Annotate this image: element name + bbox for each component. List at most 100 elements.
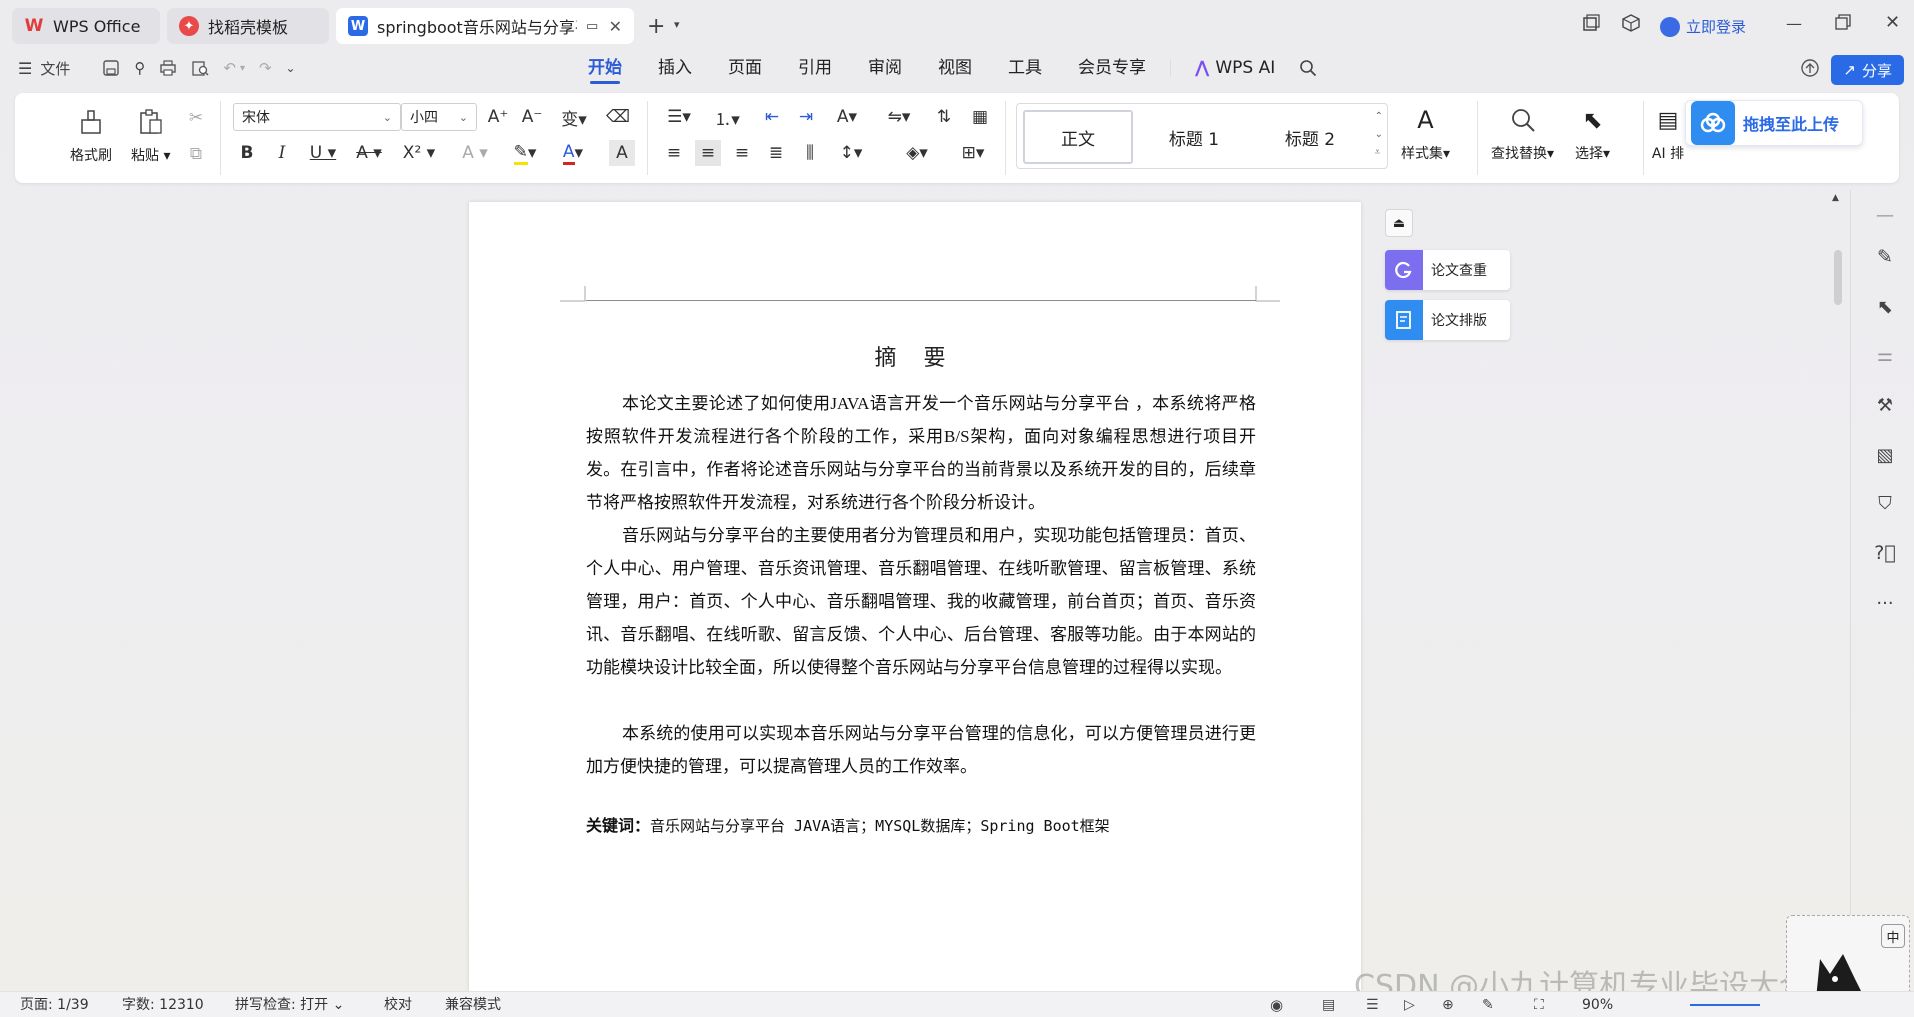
- spell-check-status[interactable]: 拼写检查: 打开 ⌄: [235, 992, 344, 1017]
- print-icon[interactable]: [159, 59, 177, 77]
- align-left-icon[interactable]: ≡: [661, 140, 687, 166]
- font-size-select[interactable]: 小四 ⌄: [401, 103, 477, 131]
- search-icon[interactable]: [1299, 59, 1317, 77]
- sliders-icon[interactable]: ⚌: [1868, 340, 1902, 370]
- paper-format-button[interactable]: 论文排版: [1385, 300, 1510, 340]
- ai-layout-button[interactable]: ▤ AI 排: [1651, 103, 1685, 163]
- tools-icon[interactable]: ⚒: [1868, 390, 1902, 420]
- bullets-icon[interactable]: ☰▾: [661, 104, 697, 130]
- tab-member[interactable]: 会员专享: [1060, 52, 1164, 84]
- style-heading-2[interactable]: 标题 2: [1255, 110, 1365, 164]
- close-window-icon[interactable]: ✕: [1885, 12, 1900, 33]
- scroll-up-icon[interactable]: ▲: [1832, 193, 1839, 203]
- file-menu[interactable]: 文件: [40, 58, 70, 79]
- help-icon[interactable]: ?⃝: [1868, 538, 1902, 568]
- distributed-icon[interactable]: ⫼: [797, 140, 823, 166]
- table-border-icon[interactable]: ▦: [967, 104, 993, 130]
- tab-references[interactable]: 引用: [780, 52, 850, 84]
- close-icon[interactable]: ✕: [609, 17, 622, 36]
- format-painter-button[interactable]: 格式刷: [70, 105, 112, 165]
- save-icon[interactable]: [102, 59, 120, 77]
- cursor-arrow-icon[interactable]: ⬉: [1868, 292, 1902, 322]
- styles-set-button[interactable]: A 样式集▾: [1401, 103, 1450, 163]
- chevron-down-icon[interactable]: ▾: [240, 63, 245, 74]
- eye-icon[interactable]: ◉: [1270, 992, 1283, 1017]
- vertical-scrollbar-thumb[interactable]: [1834, 250, 1842, 305]
- eraser-icon[interactable]: ⌫: [605, 104, 631, 130]
- align-right-icon[interactable]: ≡: [729, 140, 755, 166]
- font-name-select[interactable]: 宋体 ⌄: [233, 103, 401, 131]
- pen-icon[interactable]: ✎: [1482, 992, 1494, 1017]
- shrink-font-icon[interactable]: A⁻: [519, 104, 545, 130]
- tab-document[interactable]: W springboot音乐网站与分享平 ▭ ✕: [336, 8, 634, 44]
- tab-page[interactable]: 页面: [710, 52, 780, 84]
- cube-icon[interactable]: [1622, 14, 1640, 32]
- phonetic-guide-icon[interactable]: 变▾: [555, 104, 593, 130]
- justify-icon[interactable]: ≣: [763, 140, 789, 166]
- collapse-panel-button[interactable]: ⏏: [1385, 209, 1413, 237]
- window-layout-icon[interactable]: [1582, 14, 1600, 32]
- outline-view-icon[interactable]: ☰: [1366, 992, 1379, 1017]
- pen-icon[interactable]: ✎: [1868, 242, 1902, 272]
- redo-icon[interactable]: ↷: [259, 59, 272, 77]
- char-shading-icon[interactable]: A: [609, 140, 635, 166]
- zoom-level[interactable]: 90%: [1582, 992, 1613, 1017]
- undo-icon[interactable]: ↶: [223, 59, 236, 77]
- document-page[interactable]: 摘 要 本论文主要论述了如何使用JAVA语言开发一个音乐网站与分享平台 ，本系统…: [469, 202, 1361, 992]
- page-counter[interactable]: 页面: 1/39: [20, 992, 89, 1017]
- shirt-icon[interactable]: ⛉: [1868, 488, 1902, 518]
- highlight-icon[interactable]: ✎ ▾: [507, 140, 543, 166]
- paste-button[interactable]: 粘贴 ▾: [131, 105, 170, 165]
- find-replace-button[interactable]: 查找替换▾: [1491, 103, 1554, 163]
- upload-drop-zone[interactable]: 拖拽至此上传: [1685, 100, 1863, 146]
- select-button[interactable]: ⬉ 选择▾: [1575, 103, 1610, 163]
- play-icon[interactable]: ▷: [1404, 992, 1415, 1017]
- page-view-icon[interactable]: ▤: [1322, 992, 1335, 1017]
- styles-scroll-icon[interactable]: ⌃ ⌄ ⩡: [1375, 108, 1383, 162]
- share-button[interactable]: ↗ 分享: [1831, 55, 1904, 85]
- hamburger-icon[interactable]: ☰: [18, 59, 32, 78]
- new-tab-plus-icon[interactable]: +: [647, 14, 665, 39]
- restore-icon[interactable]: [1835, 14, 1851, 30]
- tab-insert[interactable]: 插入: [640, 52, 710, 84]
- strikethrough-icon[interactable]: A ▾: [351, 140, 387, 166]
- web-view-icon[interactable]: ⊕: [1442, 992, 1454, 1017]
- image-icon[interactable]: ▧: [1868, 440, 1902, 470]
- rail-collapse-icon[interactable]: —: [1868, 200, 1902, 230]
- text-direction-icon[interactable]: ⇋▾: [881, 104, 917, 130]
- underline-icon[interactable]: U ▾: [305, 140, 341, 166]
- paper-check-button[interactable]: 论文查重: [1385, 250, 1510, 290]
- numbering-icon[interactable]: ⒈▾: [709, 104, 745, 130]
- login-button[interactable]: 立即登录: [1660, 16, 1746, 37]
- bold-icon[interactable]: B: [234, 140, 260, 166]
- zoom-slider[interactable]: [1690, 1004, 1760, 1006]
- superscript-icon[interactable]: X² ▾: [401, 140, 437, 166]
- tab-wps-ai[interactable]: ⋀ WPS AI: [1177, 52, 1293, 84]
- paragraph-shading-icon[interactable]: ◈▾: [899, 140, 935, 166]
- increase-indent-icon[interactable]: ⇥: [793, 104, 819, 130]
- cut-icon[interactable]: ✂: [183, 105, 209, 131]
- ime-chinese-indicator[interactable]: 中: [1881, 924, 1905, 948]
- align-center-icon[interactable]: ≡: [695, 140, 721, 166]
- format-brush-icon[interactable]: ⚲: [134, 59, 145, 77]
- grow-font-icon[interactable]: A⁺: [485, 104, 511, 130]
- sort-icon[interactable]: ⇅: [931, 104, 957, 130]
- font-color-icon[interactable]: A ▾: [555, 140, 591, 166]
- cloud-sync-icon[interactable]: [1800, 58, 1820, 78]
- chevron-down-icon[interactable]: ⌄: [286, 61, 296, 75]
- more-icon[interactable]: ···: [1868, 588, 1902, 618]
- tab-tools[interactable]: 工具: [990, 52, 1060, 84]
- decrease-indent-icon[interactable]: ⇤: [759, 104, 785, 130]
- italic-icon[interactable]: I: [269, 140, 295, 166]
- word-count[interactable]: 字数: 12310: [122, 992, 204, 1017]
- tab-wps-office[interactable]: W WPS Office: [12, 8, 160, 44]
- tab-view[interactable]: 视图: [920, 52, 990, 84]
- tab-home[interactable]: 开始: [570, 52, 640, 84]
- print-preview-icon[interactable]: [191, 59, 209, 77]
- character-spacing-icon[interactable]: A▾: [829, 104, 865, 130]
- fit-page-icon[interactable]: ⛶: [1534, 992, 1544, 1017]
- minimize-icon[interactable]: —: [1786, 14, 1802, 33]
- tab-review[interactable]: 审阅: [850, 52, 920, 84]
- copy-icon[interactable]: ⧉: [183, 141, 209, 167]
- style-normal[interactable]: 正文: [1023, 110, 1133, 164]
